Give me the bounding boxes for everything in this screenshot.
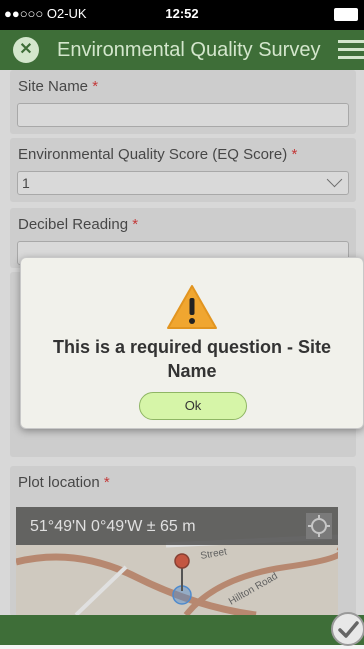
close-icon[interactable]: ✕ — [13, 37, 39, 63]
status-time: 12:52 — [165, 6, 199, 21]
checkmark-icon — [338, 621, 359, 638]
app-header: ✕ Environmental Quality Survey — [0, 30, 364, 70]
status-bar: ●●○○○ O2-UK 12:52 — [0, 0, 364, 30]
warning-icon — [167, 285, 217, 329]
submit-check-button[interactable] — [331, 612, 364, 646]
ok-button[interactable]: Ok — [139, 392, 247, 420]
menu-icon[interactable] — [338, 40, 364, 60]
page-title: Environmental Quality Survey — [57, 39, 321, 61]
battery-icon — [334, 8, 358, 21]
required-alert-dialog: This is a required question - Site Name … — [20, 257, 364, 429]
bottom-bar — [0, 615, 364, 645]
dialog-message: This is a required question - Site Name — [52, 337, 332, 381]
